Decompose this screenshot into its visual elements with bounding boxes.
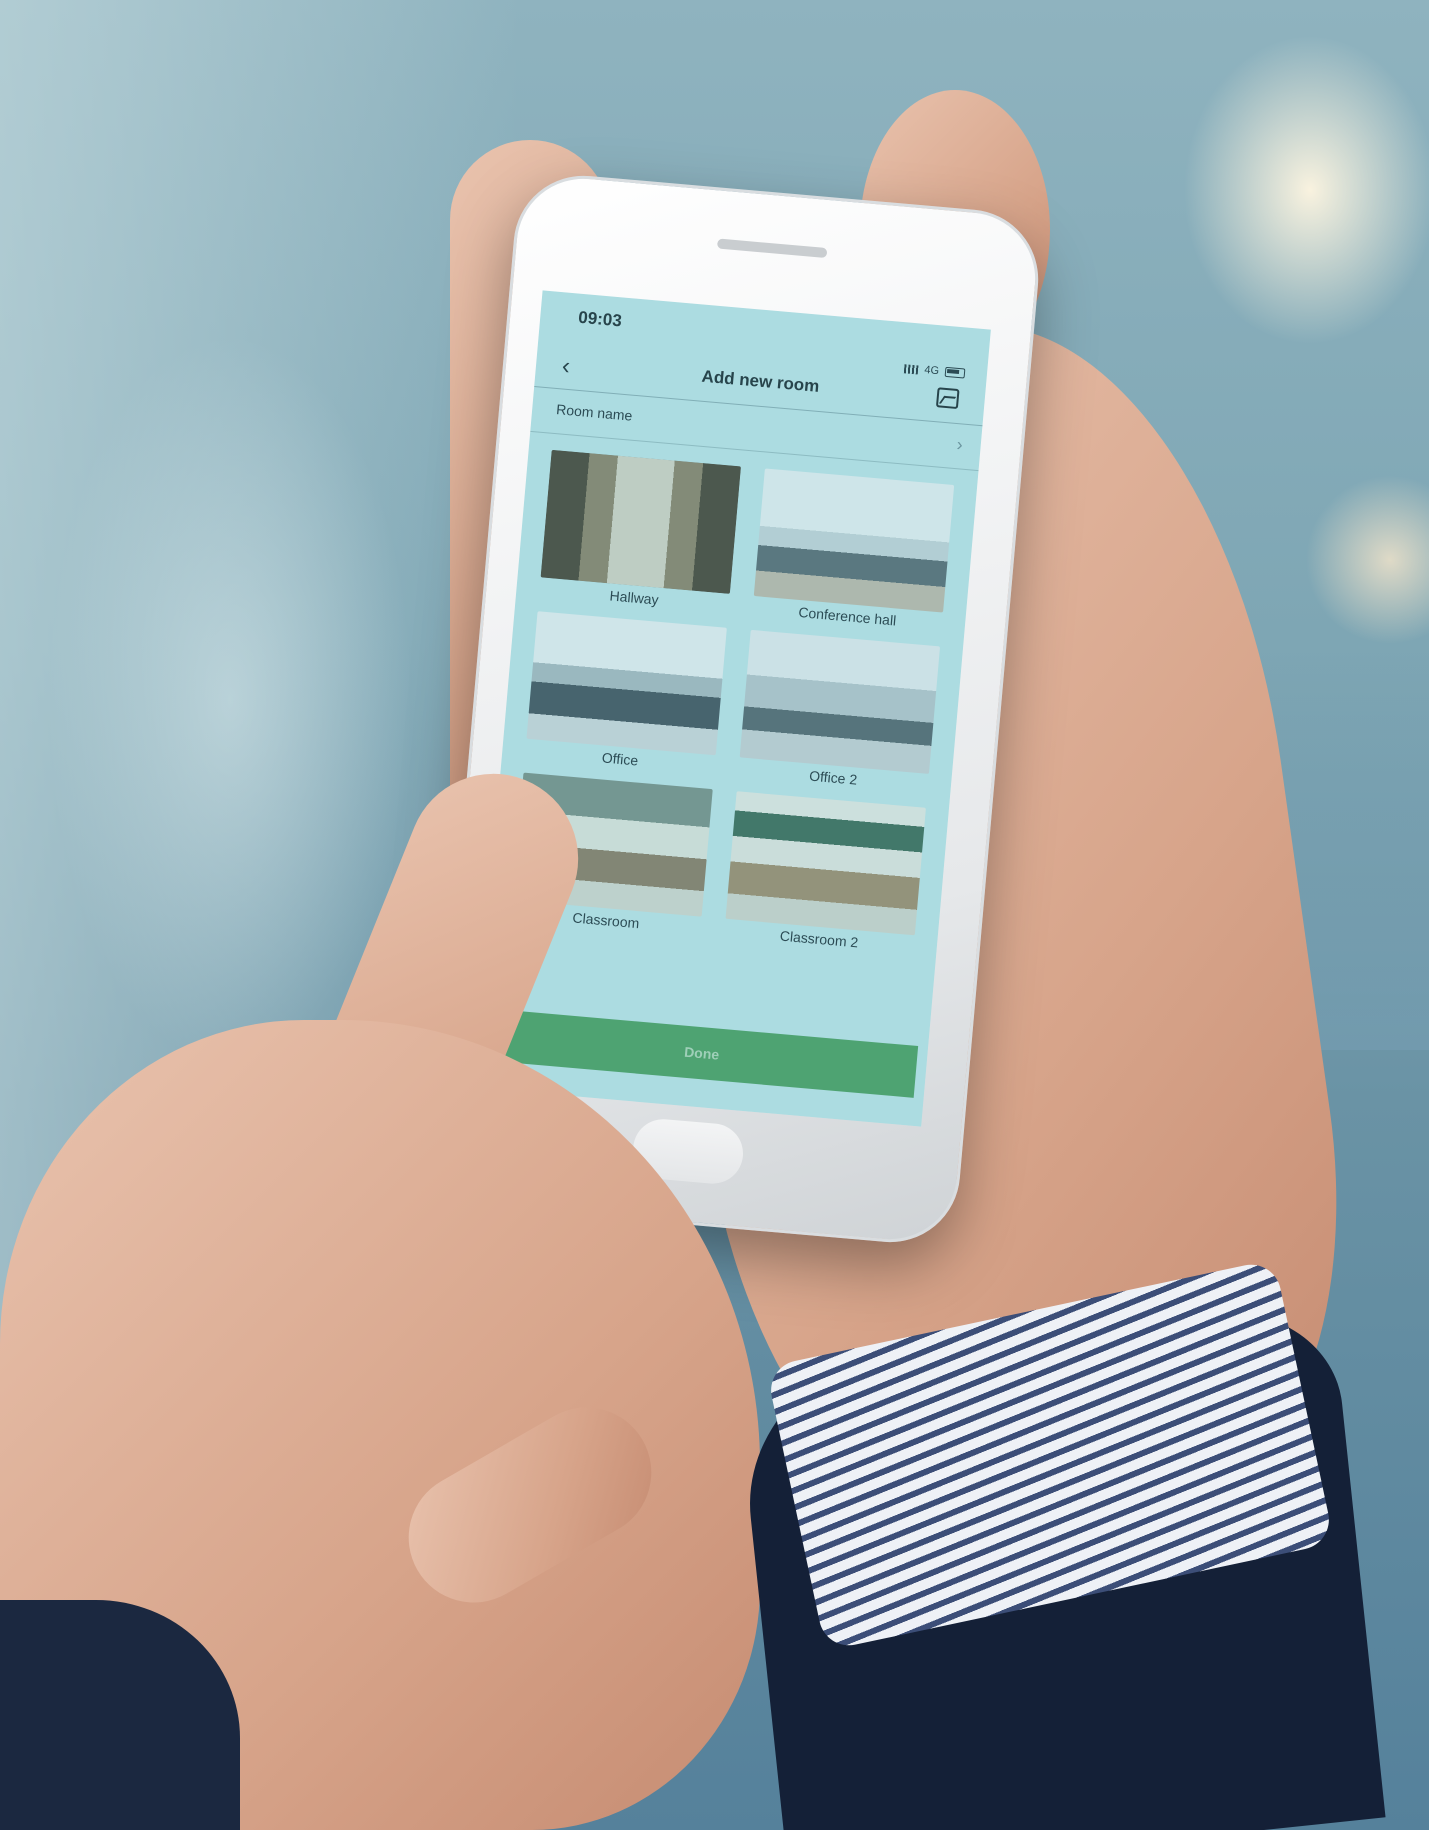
room-thumbnail <box>753 468 955 613</box>
room-label: Conference hall <box>797 603 897 629</box>
room-name-label: Room name <box>555 401 633 424</box>
room-tile-conference-hall[interactable]: Conference hall <box>745 468 961 633</box>
room-tile-classroom-2[interactable]: Classroom 2 <box>717 791 933 956</box>
status-time: 09:03 <box>577 307 623 331</box>
room-label: Classroom 2 <box>779 927 859 951</box>
room-label: Office <box>601 749 639 769</box>
chevron-right-icon: › <box>955 434 964 455</box>
room-tile-office-2[interactable]: Office 2 <box>731 629 947 794</box>
room-label: Classroom <box>571 909 640 932</box>
room-thumbnail <box>725 791 926 936</box>
room-tile-hallway[interactable]: Hallway <box>532 449 748 614</box>
room-tile-office[interactable]: Office <box>518 611 734 776</box>
room-thumbnail <box>540 449 742 594</box>
room-label: Hallway <box>609 587 660 608</box>
room-thumbnail <box>526 611 727 756</box>
room-label: Office 2 <box>808 767 858 788</box>
image-icon[interactable] <box>935 387 960 410</box>
phone-speaker <box>716 238 828 259</box>
blurred-office-background: 09:03 4G ‹ Add new room Room name › Hall… <box>0 0 1429 1830</box>
phone-screen: 09:03 4G ‹ Add new room Room name › Hall… <box>472 290 991 1127</box>
room-thumbnail <box>739 629 941 774</box>
